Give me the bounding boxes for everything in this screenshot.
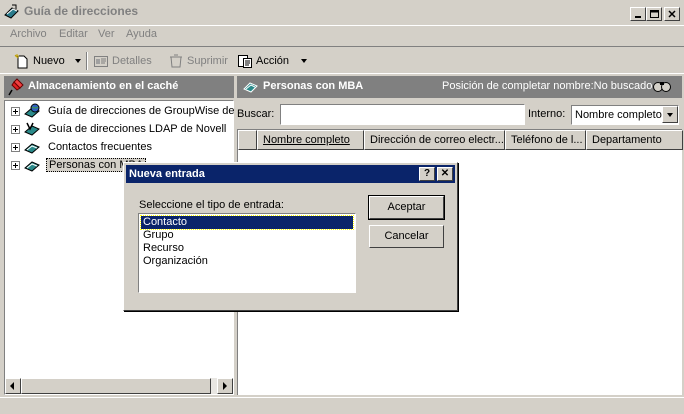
details-button[interactable]: Detalles — [93, 52, 152, 70]
column-header-full-name[interactable]: Nombre completo — [257, 130, 364, 150]
menu-archivo[interactable]: Archivo — [10, 28, 47, 40]
column-header-phone[interactable]: Teléfono de l... — [505, 130, 586, 150]
column-header-label: Nombre completo — [263, 134, 350, 146]
cache-panel-header: Almacenamiento en el caché — [4, 76, 234, 98]
menu-ayuda[interactable]: Ayuda — [126, 28, 157, 40]
dialog-title: Nueva entrada — [129, 168, 205, 180]
close-icon — [668, 10, 676, 18]
menu-editar[interactable]: Editar — [59, 28, 88, 40]
scroll-left-button[interactable] — [5, 378, 21, 394]
expand-icon[interactable] — [11, 142, 20, 152]
search-input[interactable] — [280, 104, 525, 125]
new-button[interactable]: Nuevo — [14, 52, 65, 70]
contacts-panel-header: Personas con MBA Posición de completar n… — [237, 76, 682, 98]
address-book-icon — [24, 161, 40, 172]
delete-button[interactable]: Suprimir — [168, 52, 228, 70]
name-completion-status: Posición de completar nombre:No buscado — [442, 80, 653, 92]
window-title: Guía de direcciones — [24, 4, 139, 18]
cache-panel-title: Almacenamiento en el caché — [28, 80, 179, 92]
scroll-right-button[interactable] — [217, 378, 233, 394]
globe-book-icon — [24, 103, 40, 118]
arrow-right-icon — [223, 382, 227, 390]
ldap-book-icon — [24, 122, 40, 136]
tree-horizontal-scrollbar[interactable] — [5, 378, 233, 394]
toolbar: Nuevo Detalles Suprimir Acción — [0, 46, 684, 74]
delete-button-label: Suprimir — [187, 55, 228, 67]
tree-item-label: Guía de direcciones de GroupWise de — [48, 105, 235, 117]
scroll-thumb[interactable] — [21, 378, 211, 394]
help-button[interactable]: ? — [419, 167, 435, 181]
toolbar-separator — [86, 52, 88, 70]
chevron-down-icon[interactable] — [662, 106, 678, 123]
binoculars-icon[interactable] — [652, 79, 672, 93]
details-icon — [94, 56, 108, 67]
delete-icon — [170, 54, 182, 68]
column-header-label: Departamento — [592, 134, 662, 146]
entry-type-listbox[interactable]: Contacto Grupo Recurso Organización — [138, 213, 356, 293]
cancel-button[interactable]: Cancelar — [369, 225, 444, 248]
maximize-icon — [650, 10, 659, 18]
new-entry-icon — [14, 54, 28, 69]
menu-bar: Archivo Editar Ver Ayuda — [0, 25, 684, 44]
action-button-label: Acción — [256, 55, 290, 67]
accept-button[interactable]: Aceptar — [368, 195, 445, 220]
new-button-label: Nuevo — [33, 55, 65, 67]
tree-item-label: Contactos frecuentes — [48, 141, 152, 153]
action-button[interactable]: Acción — [237, 52, 289, 70]
pushpin-icon — [8, 78, 24, 96]
tree-item-label: Guía de direcciones LDAP de Novell — [48, 123, 227, 135]
column-header-email[interactable]: Dirección de correo electr... — [364, 130, 505, 150]
address-book-icon — [243, 82, 258, 93]
close-button[interactable] — [664, 7, 680, 21]
entry-type-option-group[interactable]: Grupo — [141, 229, 353, 242]
window-titlebar: Guía de direcciones — [0, 0, 684, 24]
tree-item-frequent-contacts[interactable]: Contactos frecuentes — [11, 139, 154, 155]
search-label: Buscar: — [237, 108, 275, 120]
column-header-label: Dirección de correo electr... — [370, 134, 504, 146]
menu-ver[interactable]: Ver — [98, 28, 115, 40]
entry-type-option-contact[interactable]: Contacto — [140, 215, 354, 230]
tree-item-ldap[interactable]: Guía de direcciones LDAP de Novell — [11, 121, 228, 137]
search-row: Buscar: Interno: Nombre completo — [237, 104, 682, 126]
entry-type-label: Seleccione el tipo de entrada: — [139, 199, 284, 211]
new-dropdown-arrow[interactable] — [75, 59, 81, 63]
column-header-label: Teléfono de l... — [511, 134, 583, 146]
details-button-label: Detalles — [112, 55, 152, 67]
expand-icon[interactable] — [11, 160, 20, 170]
maximize-button[interactable] — [646, 7, 662, 21]
action-dropdown-arrow[interactable] — [301, 59, 307, 63]
expand-icon[interactable] — [11, 106, 20, 116]
column-header-department[interactable]: Departamento — [586, 130, 683, 150]
dialog-titlebar: Nueva entrada ? ✕ — [126, 165, 455, 183]
tree-item-groupwise[interactable]: Guía de direcciones de GroupWise de — [11, 103, 237, 119]
address-book-icon — [4, 4, 19, 19]
interno-label: Interno: — [528, 108, 566, 120]
status-bar — [0, 397, 684, 414]
entry-type-option-organization[interactable]: Organización — [141, 255, 353, 268]
arrow-left-icon — [10, 382, 14, 390]
interno-select[interactable]: Nombre completo — [571, 105, 679, 125]
interno-select-value: Nombre completo — [575, 109, 662, 121]
entry-type-option-resource[interactable]: Recurso — [141, 242, 353, 255]
column-header-icon[interactable] — [238, 130, 257, 150]
new-entry-dialog: Nueva entrada ? ✕ Seleccione el tipo de … — [123, 162, 458, 311]
dialog-close-button[interactable]: ✕ — [437, 167, 453, 181]
minimize-icon — [635, 16, 641, 18]
expand-icon[interactable] — [11, 124, 20, 134]
action-icon — [238, 55, 252, 68]
minimize-button[interactable] — [630, 7, 646, 21]
contacts-panel-title: Personas con MBA — [263, 80, 364, 92]
address-book-icon — [24, 143, 40, 154]
